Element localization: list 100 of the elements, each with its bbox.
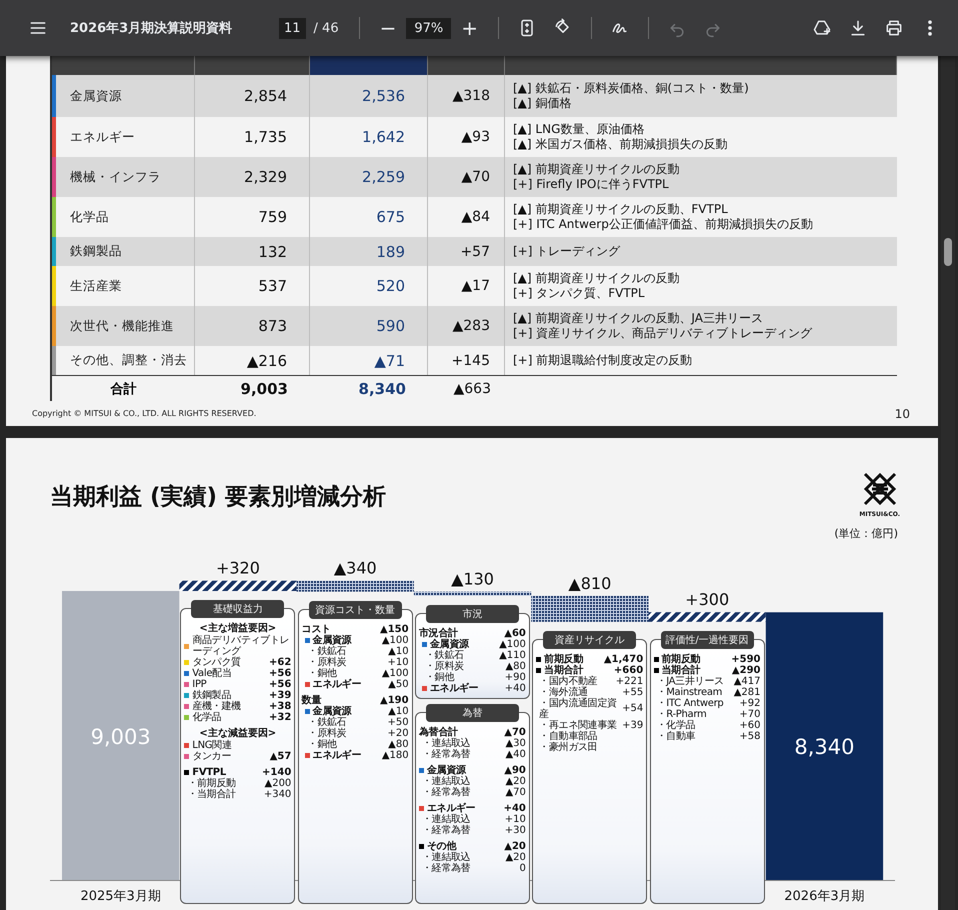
factor-label: ・連結取込 [422, 814, 472, 825]
segment-name: その他、調整・消去 [70, 351, 187, 369]
zoom-field[interactable]: 97% [406, 18, 452, 38]
factor-value: ▲60 [504, 628, 526, 639]
factor-label: ・連結取込 [422, 738, 472, 749]
factor-heading: <主な減益要因> [198, 728, 278, 740]
factor-value: ▲20 [505, 852, 526, 863]
segment-name: 金属資源 [70, 86, 122, 104]
factor-label: Vale配当 [192, 668, 233, 679]
factor-value: +10 [387, 656, 409, 668]
factor-label: 前期反動 [544, 654, 583, 665]
factor-value: +660 [614, 664, 644, 676]
zoom-in-button[interactable]: + [455, 16, 484, 40]
factor-label: エネルギー [430, 682, 480, 694]
factor-label: FVTPL [192, 767, 227, 778]
factor-heading: <主な増益要因> [198, 623, 278, 634]
factor-value: +55 [622, 686, 644, 698]
factor-label: ・経常為替 [422, 748, 472, 760]
factor-value: ▲200 [264, 778, 292, 789]
table-cell-text: 合計 [109, 380, 138, 398]
page-number-field[interactable]: 11 [279, 18, 306, 38]
factor-value: ▲10 [388, 646, 409, 657]
factor-text: [+] Firefly IPOに伴うFVTPL [513, 177, 669, 192]
factor-label: ・前期反動 [187, 778, 237, 789]
factor-label: ・当期合計 [187, 789, 237, 800]
bar-value-label: ▲340 [334, 558, 377, 578]
factor-text: [▲] 前期資産リサイクルの反動、JA三井リース [513, 311, 763, 326]
factor-label: 為替合計 [418, 726, 459, 738]
factor-label: ・鉄鉱石 [308, 716, 348, 728]
factor-text: [+] 前期退職給付制度改定の反動 [513, 353, 692, 368]
factor-label: 鉄鋼製品 [192, 690, 232, 701]
factor-label: ・経常為替 [422, 824, 472, 836]
factor-value: +56 [269, 668, 292, 679]
factor-label: ・鉄鉱石 [424, 650, 465, 661]
factor-value: ▲80 [388, 738, 409, 750]
factor-label: ・銅他 [424, 672, 456, 683]
bar-value-label: +320 [216, 558, 260, 578]
factor-value: +62 [269, 657, 292, 668]
factor-text: [+] 資産リサイクル、商品デリバティブトレーディング [513, 326, 812, 341]
factor-label: エネルギー [426, 802, 476, 814]
factor-label: 当期合計 [662, 664, 702, 676]
segment-name: 生活産業 [70, 276, 122, 294]
factor-label: 金属資源 [430, 638, 470, 650]
bar-value-label: 8,340 [794, 735, 855, 760]
factor-value: +10 [504, 814, 526, 825]
factor-label: ・国内流通固定資産 [539, 698, 618, 720]
panel-title: 資源コスト・数量 [308, 600, 402, 619]
axis-label: 2025年3月期 [80, 889, 161, 904]
factor-text: [▲] 前期資産リサイクルの反動 [513, 271, 680, 286]
factor-label: 化学品 [192, 712, 222, 723]
factor-value: +90 [504, 672, 526, 683]
factor-label: ・自動車 [656, 730, 696, 742]
factor-text: [▲] 前期資産リサイクルの反動、FVTPL [513, 202, 728, 217]
factor-value: ▲90 [504, 764, 526, 776]
factor-value: ▲1,470 [604, 654, 644, 665]
panel-title: 為替 [426, 704, 519, 722]
factor-label: ・自動車部品 [539, 730, 598, 742]
factor-label: 前期反動 [662, 654, 702, 665]
factor-label: ・R-Pharm [656, 708, 708, 720]
scrollbar-thumb[interactable] [944, 238, 952, 266]
factor-value: +590 [731, 654, 760, 665]
factor-text: [+] トレーディング [513, 244, 620, 259]
factor-value: +70 [739, 708, 760, 720]
factor-text: [+] ITC Antwerp公正価値評価益、前期減損損失の反動 [513, 217, 813, 232]
factor-label: ・銅他 [308, 738, 338, 750]
factor-label: コスト [302, 624, 331, 635]
factor-label: エネルギー [312, 678, 362, 690]
factor-value: ▲150 [380, 624, 409, 635]
copyright-text: Copyright © MITSUI & CO., LTD. ALL RIGHTS RESERVED. [32, 409, 256, 418]
factor-label: 当期合計 [544, 664, 584, 676]
factor-label: その他 [426, 840, 458, 852]
factor-text: [▲] 米国ガス価格、前期減損損失の反動 [513, 137, 728, 152]
factor-value: 0 [520, 862, 526, 874]
factor-label: ・Mainstream [656, 686, 724, 698]
factor-label: 市況合計 [418, 628, 458, 639]
factor-value: ▲50 [388, 678, 409, 690]
table-cell-text: 8,340 [358, 378, 407, 400]
factor-text: [▲] 前期資産リサイクルの反動 [513, 162, 680, 177]
zoom-out-button[interactable]: − [374, 16, 402, 40]
factor-value: ▲180 [382, 750, 409, 761]
segment-name: エネルギー [70, 128, 135, 146]
table-cell-text: 9,003 [240, 378, 289, 400]
factor-value: +30 [504, 824, 526, 836]
panel-title: 市況 [426, 604, 519, 623]
segment-name: 鉄鋼製品 [70, 242, 122, 260]
table-cell-text: ▲663 [452, 380, 492, 398]
factor-value: +40 [504, 802, 526, 814]
scrollbar[interactable] [941, 56, 955, 910]
factor-label: ・経常為替 [422, 786, 472, 798]
axis-label: 2026年3月期 [784, 889, 865, 904]
factor-value: ▲10 [388, 706, 409, 717]
factor-value: +140 [262, 767, 292, 778]
factor-value: ▲100 [499, 638, 526, 650]
factor-value: +340 [264, 789, 292, 800]
factor-value: ▲417 [734, 676, 760, 687]
factor-label: ・JA三井リース [656, 676, 725, 687]
factor-value: +40 [504, 682, 526, 694]
factor-value: +39 [269, 690, 292, 701]
bar-value-label: ▲810 [568, 574, 612, 593]
print-icon[interactable] [884, 18, 904, 38]
